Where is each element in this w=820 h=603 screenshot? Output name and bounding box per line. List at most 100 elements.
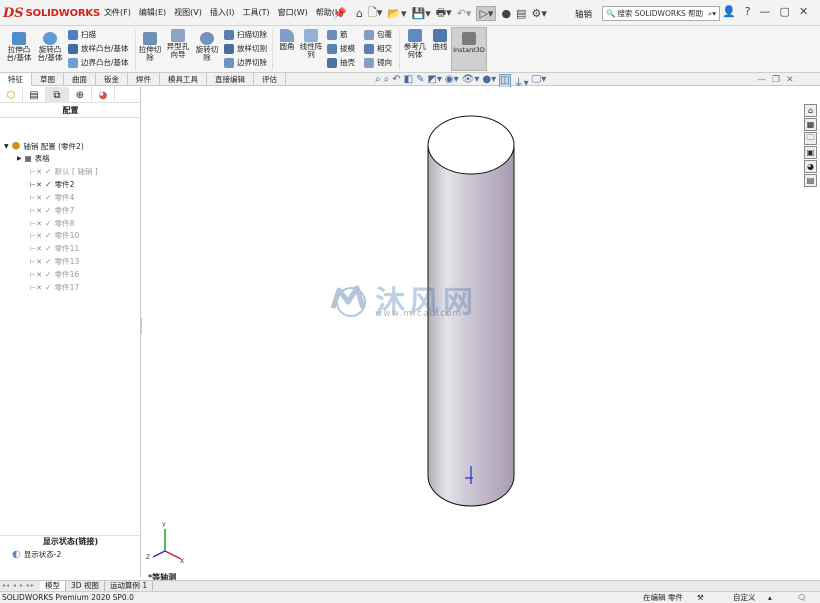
tab-weldments[interactable]: 焊件 [128,73,160,86]
display-state-label: 显示状态-2 [23,550,62,559]
tab-surfaces[interactable]: 曲面 [64,73,96,86]
viewport-minimize-icon[interactable]: — [757,75,766,85]
file-explorer-icon[interactable]: 🗀 [804,132,817,145]
dimxpert-manager-tab-icon[interactable]: ⊕ [69,87,92,103]
tab-scroll-arrows-icon[interactable]: ◂◂ ◂ ▸ ▸▸ [0,581,40,591]
search-dropdown-icon[interactable]: ⌕▾ [708,9,716,19]
user-icon[interactable]: 👤 [722,5,736,18]
configuration-root[interactable]: ▼ ⬢ 轴销 配置 (零件2) [4,141,84,152]
units-dropdown-icon[interactable]: ▴ [768,592,772,603]
help-button[interactable]: ? [745,5,751,18]
tables-folder[interactable]: ▶ ▦ 表格 [17,153,50,164]
fillet-button[interactable]: 圆角 [276,29,298,51]
mirror-button[interactable]: 镜向 [364,57,392,68]
tab-motion-study[interactable]: 运动算例 1 [105,581,154,591]
tab-sketch[interactable]: 草图 [32,73,64,86]
watermark: 沐风网 www.mfcad.com [325,277,477,321]
viewport-restore-icon[interactable]: ❐ [772,75,780,85]
tab-sheet-metal[interactable]: 钣金 [96,73,128,86]
design-library-icon[interactable]: ▦ [804,118,817,131]
configuration-manager-tab-icon[interactable]: ⧉ [46,87,69,103]
config-item[interactable]: ⊢✕ ✓ 零件8 [30,218,74,229]
config-item[interactable]: ⊢✕ ✓ 零件4 [30,192,74,203]
loft-boss-icon [68,43,78,54]
config-item[interactable]: ⊢✕ ✓ 零件7 [30,205,74,216]
rebuild-icon[interactable]: ● [501,7,511,20]
config-item[interactable]: ⊢✕ ✓ 零件16 [30,269,79,280]
viewport-close-icon[interactable]: ✕ [786,75,794,85]
instant3d-button[interactable]: Instant3D [451,27,487,71]
select-icon[interactable]: ▷▾ [476,5,497,21]
curves-button[interactable]: 曲线 [430,29,450,51]
config-item[interactable]: ⊢✕ ✓ 零件11 [30,243,79,254]
tab-features[interactable]: 特征 [0,73,32,86]
menu-tools[interactable]: 工具(T) [242,7,269,18]
new-document-icon[interactable]: 🗋▾ [368,4,382,23]
comments-icon[interactable]: 🗨 [797,592,807,603]
config-item[interactable]: ⊢✕ ✓ 零件17 [30,282,79,293]
boundary-cut-button[interactable]: 边界切除 [224,57,267,68]
undo-icon[interactable]: ↶▾ [457,7,472,20]
revolve-cut-button[interactable]: 旋转切 除 [195,32,219,62]
tab-mold-tools[interactable]: 模具工具 [160,73,207,86]
view-palette-icon[interactable]: ▣ [804,146,817,159]
config-item[interactable]: ⊢✕ ✓ 零件10 [30,230,79,241]
tab-3d-views[interactable]: 3D 视图 [66,581,105,591]
boundary-boss-button[interactable]: 边界凸台/基体 [68,57,129,68]
options-gear-icon[interactable]: ⚙▾ [531,7,546,20]
solidworks-logo[interactable]: DS SOLIDWORKS › [3,3,114,23]
home-icon[interactable]: ⌂ [356,7,363,20]
appearances-icon[interactable]: ◕ [804,160,817,173]
tab-direct-editing[interactable]: 直接编辑 [207,73,254,86]
menu-edit[interactable]: 编辑(E) [139,7,166,18]
print-icon[interactable]: 🖶▾ [436,4,452,23]
display-state-item[interactable]: ◐ 显示状态-2 [12,549,61,560]
display-manager-tab-icon[interactable]: ◕ [92,87,115,103]
check-icon: ✓ [44,244,52,253]
rebuild-status-icon[interactable]: ⚒ [697,592,704,603]
config-item-active[interactable]: ⊢✕ ✓ 零件2 [30,179,74,190]
menu-view[interactable]: 视图(V) [174,7,202,18]
restore-icon[interactable]: ▢ [780,5,790,18]
cylinder-body[interactable] [427,144,515,507]
hole-wizard-button[interactable]: 异型孔 向导 [166,29,190,59]
intersect-button[interactable]: 相交 [364,43,392,54]
extrude-boss-button[interactable]: 拉伸凸 台/基体 [4,32,34,62]
expand-arrow-icon[interactable]: ▶ [17,155,22,162]
tab-model[interactable]: 模型 [40,581,66,591]
draft-button[interactable]: 拔模 [327,43,355,54]
tab-evaluate[interactable]: 评估 [254,73,286,86]
minimize-icon[interactable]: — [760,5,771,18]
property-manager-tab-icon[interactable]: ▤ [23,87,46,103]
help-search-input[interactable]: 🔍 搜索 SOLIDWORKS 帮助 ⌕▾ [602,6,720,21]
lofted-cut-button[interactable]: 放样切割 [224,43,267,54]
resources-home-icon[interactable]: ⌂ [804,104,817,117]
custom-properties-icon[interactable]: ▤ [804,174,817,187]
loft-boss-button[interactable]: 放样凸台/基体 [68,43,129,54]
configuration-icon: ⊢✕ [30,167,42,176]
shell-button[interactable]: 抽壳 [327,57,355,68]
config-item[interactable]: ⊢✕ ✓ 零件13 [30,256,79,267]
menu-file[interactable]: 文件(F) [104,7,131,18]
feature-manager-tab-icon[interactable]: ⬡ [0,87,23,103]
menu-window[interactable]: 窗口(W) [278,7,308,18]
pin-icon[interactable]: 📌 [333,5,347,21]
config-item[interactable]: ⊢✕ ✓ 默认 [ 轴销 ] [30,166,98,177]
linear-pattern-button[interactable]: 线性阵 列 [299,29,323,59]
cylinder-top-face[interactable] [427,115,515,175]
wrap-button[interactable]: 包覆 [364,29,392,40]
swept-cut-button[interactable]: 扫描切除 [224,29,267,40]
menu-insert[interactable]: 插入(I) [210,7,235,18]
sweep-button[interactable]: 扫描 [68,29,96,40]
open-icon[interactable]: 📂▾ [387,7,406,20]
rib-button[interactable]: 筋 [327,29,348,40]
revolve-boss-button[interactable]: 旋转凸 台/基体 [35,32,65,62]
save-icon[interactable]: 💾▾ [412,7,431,20]
file-properties-icon[interactable]: ▤ [516,7,526,20]
close-icon[interactable]: ✕ [799,5,808,18]
units-selector[interactable]: 自定义 [733,592,756,603]
collapse-arrow-icon[interactable]: ▼ [4,143,9,150]
extrude-cut-button[interactable]: 拉伸切 除 [138,32,162,62]
config-label: 零件10 [54,231,80,240]
reference-geometry-button[interactable]: 参考几 何体 [402,29,428,59]
